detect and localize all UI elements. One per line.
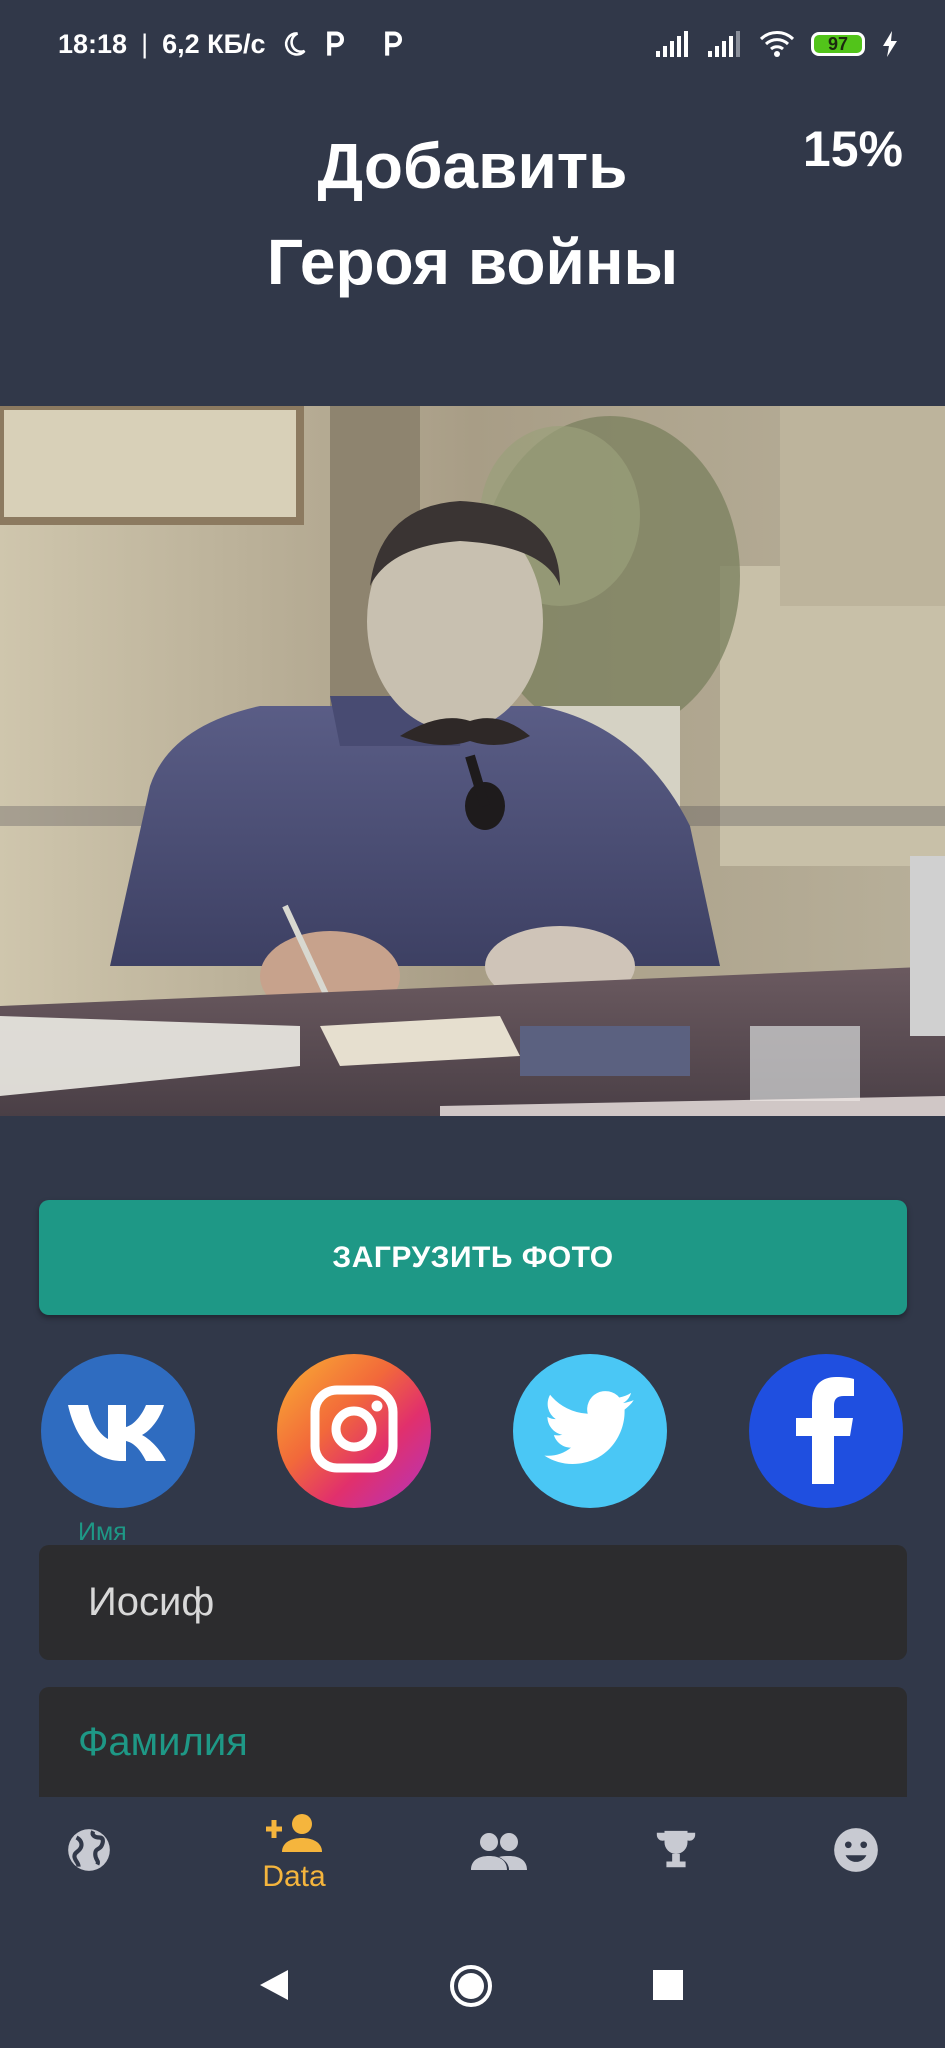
twitter-button[interactable]	[513, 1354, 667, 1508]
nav-item-trophy[interactable]	[616, 1797, 736, 1907]
header: Добавить Героя войны 15%	[0, 88, 945, 406]
last-name-field[interactable]: Фамилия	[39, 1687, 907, 1797]
facebook-icon	[796, 1374, 856, 1489]
instagram-icon	[309, 1384, 399, 1479]
back-button[interactable]	[258, 1968, 290, 2007]
globe-icon	[64, 1825, 114, 1880]
recents-button[interactable]	[653, 1970, 683, 2005]
system-nav	[0, 1930, 945, 2048]
moon-icon	[280, 30, 308, 58]
hero-photo	[0, 406, 945, 1116]
first-name-label: Имя	[78, 1518, 127, 1546]
back-icon	[258, 1970, 290, 2006]
trophy-icon	[653, 1827, 699, 1878]
parking-icon	[380, 30, 406, 58]
instagram-button[interactable]	[277, 1354, 431, 1508]
first-name-value: Иосиф	[88, 1580, 215, 1624]
status-separator: |	[141, 28, 149, 59]
nav-item-data[interactable]: Data	[234, 1797, 354, 1907]
status-left: 18:18 | 6,2 КБ/с	[58, 29, 406, 60]
first-name-field[interactable]: Иосиф	[39, 1545, 907, 1660]
nav-item-globe[interactable]	[29, 1797, 149, 1907]
social-row	[0, 1354, 945, 1510]
status-bar: 18:18 | 6,2 КБ/с 97	[0, 0, 945, 88]
bottom-nav: Data	[0, 1797, 945, 1907]
upload-photo-button[interactable]: ЗАГРУЗИТЬ ФОТО	[39, 1200, 907, 1315]
signal-icon	[655, 31, 691, 57]
signal-icon	[707, 31, 743, 57]
nav-item-profile[interactable]	[796, 1797, 916, 1907]
progress-percent: 15%	[802, 121, 903, 177]
smiley-icon	[831, 1825, 881, 1880]
add-person-icon	[266, 1811, 322, 1858]
home-icon	[449, 1965, 493, 2012]
page-title-line2: Героя войны	[266, 226, 679, 298]
facebook-button[interactable]	[749, 1354, 903, 1508]
home-button[interactable]	[449, 1964, 493, 2013]
vk-button[interactable]	[41, 1354, 195, 1508]
status-right: 97	[655, 30, 899, 58]
nav-item-people[interactable]	[439, 1797, 559, 1907]
status-time: 18:18	[58, 28, 128, 59]
charging-icon	[881, 30, 899, 58]
last-name-placeholder: Фамилия	[78, 1719, 248, 1764]
recents-icon	[653, 1970, 683, 2004]
wifi-icon	[759, 30, 795, 58]
vk-icon	[66, 1397, 170, 1466]
parking-icon	[322, 30, 348, 58]
nav-label-data: Data	[262, 1859, 326, 1893]
network-speed: 6,2 КБ/с	[162, 28, 266, 59]
battery-icon: 97	[811, 32, 865, 56]
twitter-icon	[544, 1390, 636, 1472]
people-icon	[471, 1830, 527, 1875]
